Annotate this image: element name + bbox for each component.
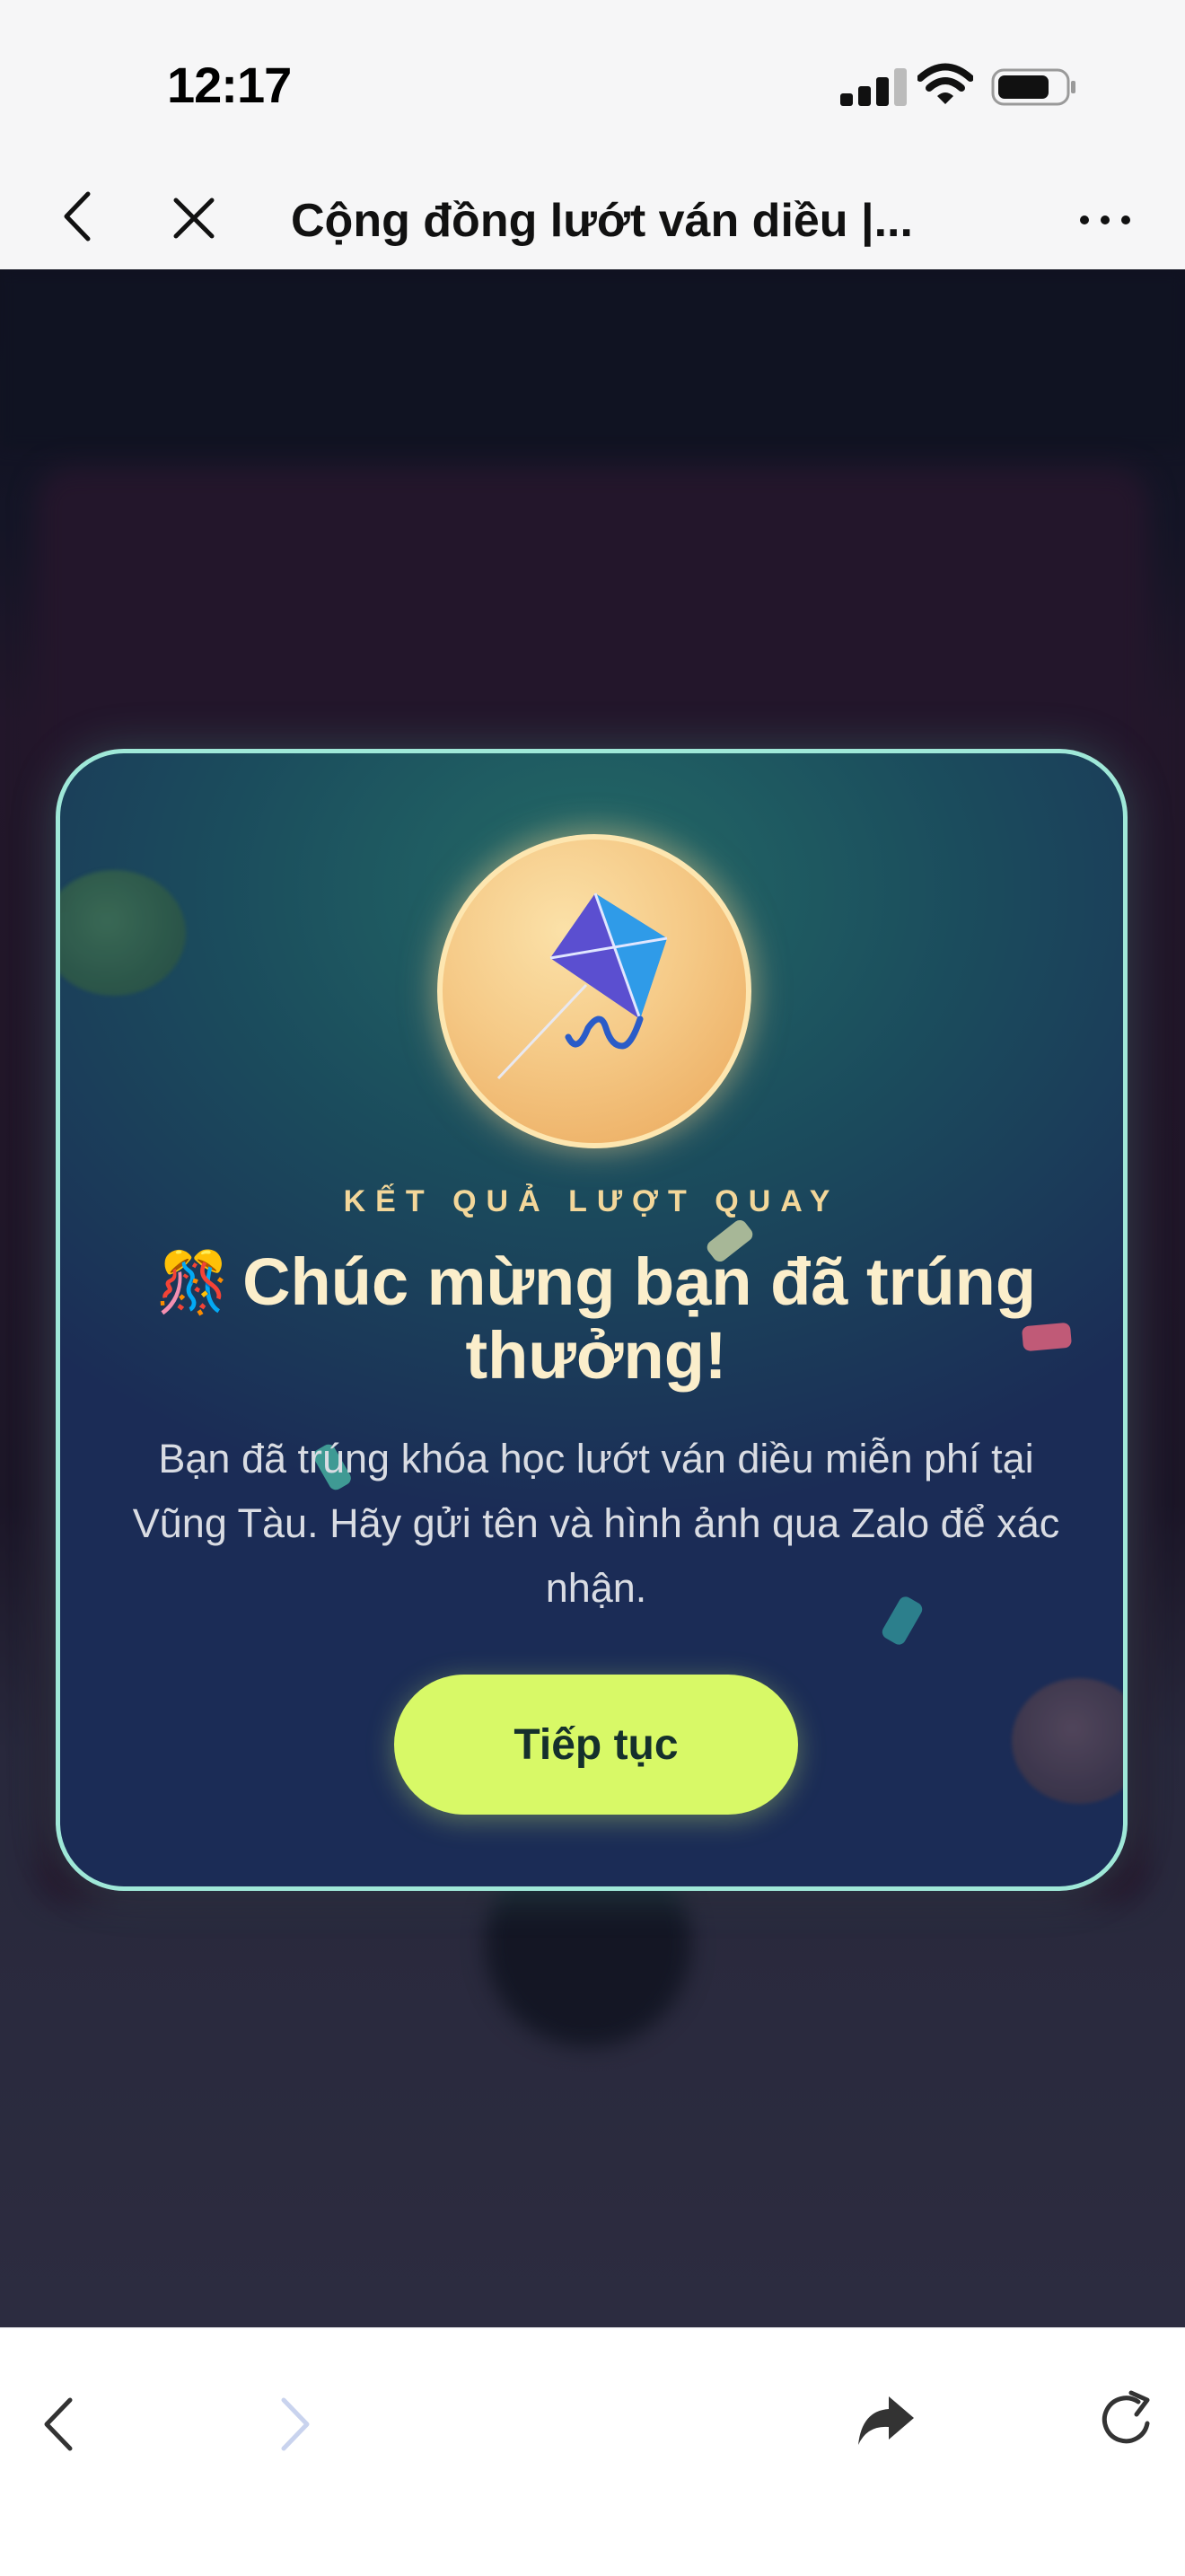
continue-button[interactable]: Tiếp tục bbox=[394, 1675, 798, 1815]
prize-medal bbox=[437, 834, 751, 1148]
reload-icon[interactable] bbox=[1097, 2389, 1160, 2452]
share-icon[interactable] bbox=[855, 2391, 917, 2449]
signal-icon bbox=[840, 68, 907, 106]
battery-icon bbox=[991, 68, 1075, 106]
kite-icon bbox=[496, 892, 668, 1080]
more-icon[interactable] bbox=[1074, 198, 1137, 242]
prize-result-modal: KẾT QUẢ LƯỢT QUAY 🎊 Chúc mừng bạn đã trún… bbox=[56, 749, 1128, 1891]
modal-description: Bạn đã trúng khóa học lướt ván diều miễn… bbox=[132, 1436, 1060, 1611]
browser-nav-bar: Cộng đồng lướt ván diều |... bbox=[0, 171, 1185, 270]
mooncake-decoration bbox=[60, 870, 186, 996]
confetti-ball-icon: 🎊 bbox=[155, 1249, 231, 1315]
page-title: Cộng đồng lướt ván diều |... bbox=[291, 195, 913, 247]
back-icon[interactable] bbox=[34, 2393, 84, 2456]
modal-title-text: Chúc mừng bạn đã trúng thưởng! bbox=[242, 1244, 1037, 1393]
mooncake-decoration bbox=[1012, 1678, 1123, 1804]
modal-title: 🎊 Chúc mừng bạn đã trúng thưởng! bbox=[114, 1245, 1078, 1393]
wifi-icon bbox=[917, 63, 973, 104]
browser-toolbar bbox=[0, 2327, 1185, 2576]
modal-eyebrow: KẾT QUẢ LƯỢT QUAY bbox=[343, 1184, 840, 1218]
close-icon[interactable] bbox=[167, 187, 221, 250]
chevron-left-icon[interactable] bbox=[52, 185, 106, 248]
forward-icon[interactable] bbox=[269, 2393, 320, 2456]
status-time: 12:17 bbox=[167, 57, 292, 113]
status-bar: 12:17 bbox=[0, 0, 1185, 171]
